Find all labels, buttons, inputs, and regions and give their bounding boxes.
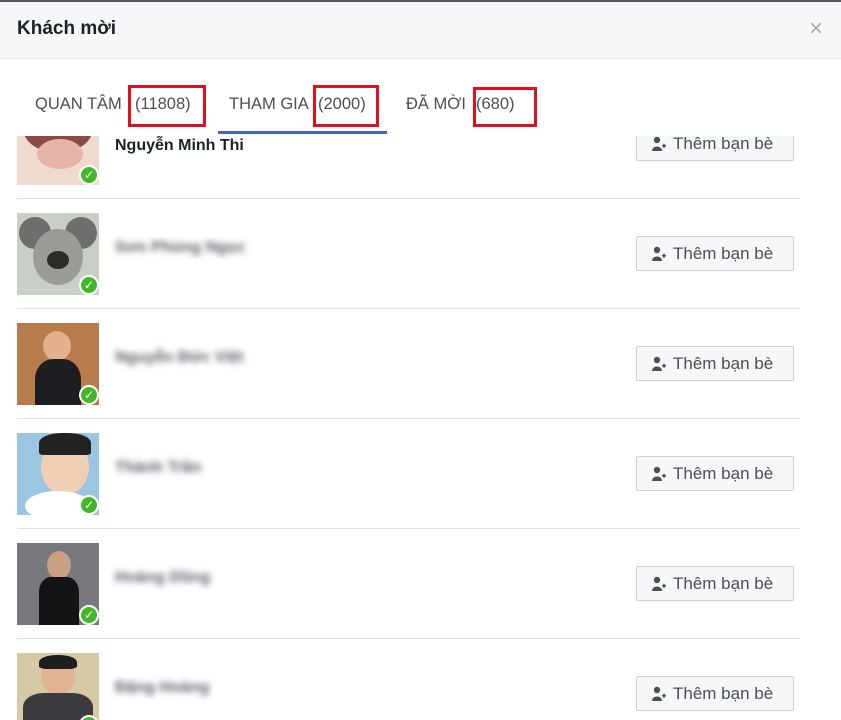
scrollbar-track[interactable]: [822, 136, 841, 720]
close-icon[interactable]: ×: [804, 15, 828, 43]
add-friend-button[interactable]: Thêm bạn bè: [636, 236, 794, 271]
tab-invited[interactable]: ĐÃ MỜI (680): [406, 59, 541, 136]
avatar[interactable]: ✓: [17, 136, 99, 185]
add-friend-icon: [652, 466, 666, 481]
tab-going[interactable]: THAM GIA (2000): [218, 59, 388, 136]
add-friend-icon: [652, 356, 666, 371]
guest-name[interactable]: Thành Trần: [115, 459, 201, 477]
guest-name[interactable]: Đặng Hoàng: [115, 679, 209, 697]
avatar[interactable]: ✓: [17, 213, 99, 295]
add-friend-label: Thêm bạn bè: [673, 574, 774, 593]
add-friend-button[interactable]: Thêm bạn bè: [636, 676, 794, 711]
tab-invited-label: ĐÃ MỜI: [406, 95, 466, 113]
avatar[interactable]: ✓: [17, 653, 99, 720]
add-friend-icon: [652, 246, 666, 261]
check-icon: ✓: [79, 165, 99, 185]
add-friend-label: Thêm bạn bè: [673, 354, 774, 373]
tab-bar: QUAN TÂM (11808) THAM GIA (2000) ĐÃ MỜI …: [0, 59, 841, 136]
tab-interested-count: (11808): [135, 95, 191, 113]
guest-row: ✓ Đặng Hoàng Thêm bạn bè: [17, 639, 800, 720]
tab-invited-count: (680): [476, 95, 515, 113]
avatar[interactable]: ✓: [17, 433, 99, 515]
add-friend-label: Thêm bạn bè: [673, 464, 774, 483]
tab-interested[interactable]: QUAN TÂM (11808): [35, 59, 210, 136]
add-friend-label: Thêm bạn bè: [673, 684, 774, 703]
add-friend-label: Thêm bạn bè: [673, 136, 774, 153]
tab-going-label: THAM GIA: [229, 95, 309, 113]
guests-dialog: Khách mời × QUAN TÂM (11808) THAM GIA (2…: [0, 2, 841, 720]
check-icon: ✓: [79, 385, 99, 405]
guest-row: ✓ Hoàng Dũng Thêm bạn bè: [17, 529, 800, 639]
tab-going-count: (2000): [318, 95, 366, 113]
add-friend-button[interactable]: Thêm bạn bè: [636, 346, 794, 381]
add-friend-button[interactable]: Thêm bạn bè: [636, 566, 794, 601]
dialog-title: Khách mời: [17, 18, 117, 39]
check-icon: ✓: [79, 275, 99, 295]
guest-name[interactable]: Hoàng Dũng: [115, 569, 210, 587]
guest-name[interactable]: Nguyễn Minh Thi: [115, 137, 244, 155]
add-friend-icon: [652, 686, 666, 701]
guest-row: ✓ Thành Trần Thêm bạn bè: [17, 419, 800, 529]
check-icon: ✓: [79, 605, 99, 625]
guest-name[interactable]: Nguyễn Đức Việt: [115, 349, 244, 367]
guest-row: ✓ Sơn Phùng Ngọc Thêm bạn bè: [17, 199, 800, 309]
check-icon: ✓: [79, 495, 99, 515]
add-friend-icon: [652, 576, 666, 591]
avatar[interactable]: ✓: [17, 543, 99, 625]
dialog-header: Khách mời ×: [0, 2, 841, 59]
tab-interested-label: QUAN TÂM: [35, 95, 122, 113]
guest-list[interactable]: ✓ Nguyễn Minh Thi Thêm bạn bè ✓ Sơn Phùn…: [0, 136, 841, 720]
add-friend-button[interactable]: Thêm bạn bè: [636, 136, 794, 161]
add-friend-label: Thêm bạn bè: [673, 244, 774, 263]
active-tab-indicator: [218, 131, 387, 134]
avatar[interactable]: ✓: [17, 323, 99, 405]
guest-row: ✓ Nguyễn Minh Thi Thêm bạn bè: [17, 136, 800, 199]
guest-name[interactable]: Sơn Phùng Ngọc: [115, 239, 245, 257]
add-friend-icon: [652, 136, 666, 151]
add-friend-button[interactable]: Thêm bạn bè: [636, 456, 794, 491]
guest-row: ✓ Nguyễn Đức Việt Thêm bạn bè: [17, 309, 800, 419]
